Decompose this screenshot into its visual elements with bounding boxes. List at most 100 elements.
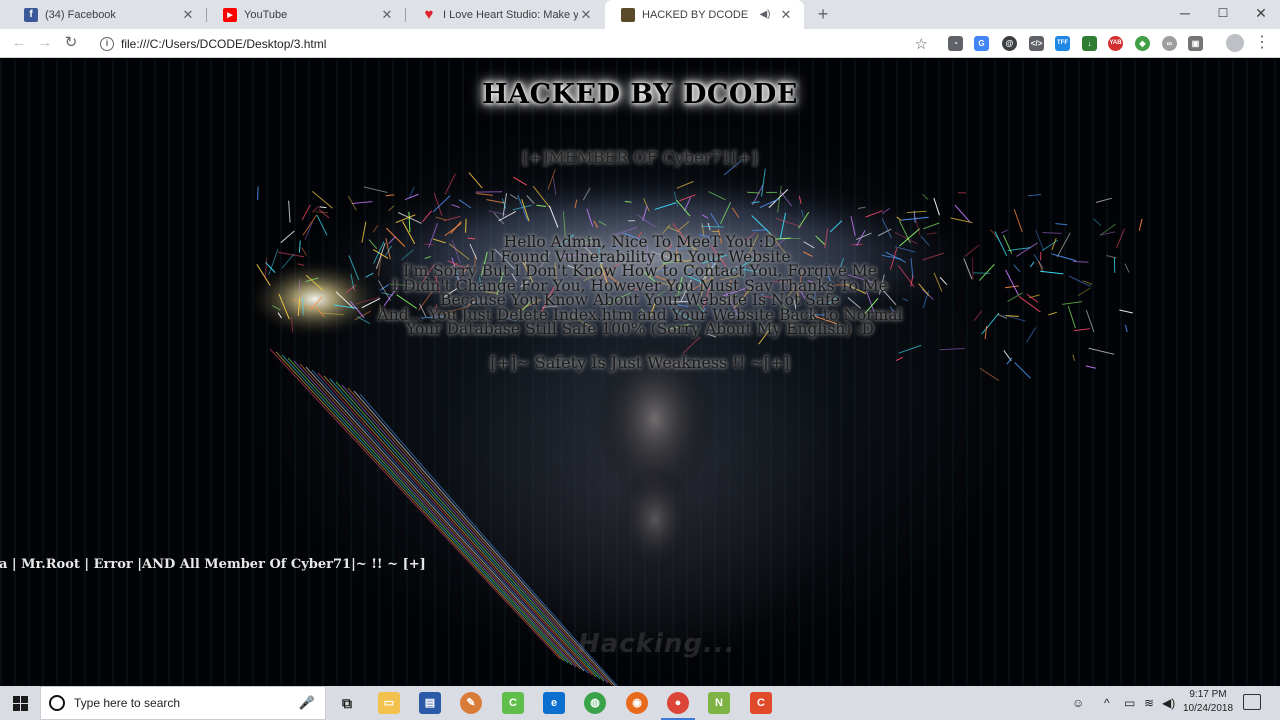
extension-icon[interactable]: ∞ <box>1162 36 1177 51</box>
edge-icon[interactable]: e <box>543 692 565 714</box>
tab-youtube[interactable]: ▶ YouTube ✕ <box>207 0 405 29</box>
chrome-icon[interactable]: ● <box>667 692 689 714</box>
forward-button[interactable]: → <box>34 32 56 54</box>
extension-icon[interactable]: ◆ <box>1135 36 1150 51</box>
tab-hacked-page[interactable]: HACKED BY DCODE ◀) ✕ <box>605 0 804 29</box>
spark <box>1106 255 1117 259</box>
menu-icon[interactable]: ⋮ <box>1254 33 1270 53</box>
code-extension-icon[interactable]: </> <box>1029 36 1044 51</box>
bookmark-star-icon[interactable]: ☆ <box>915 35 928 53</box>
clock-time: 9:17 PM <box>1189 689 1227 700</box>
system-clock[interactable]: 9:17 PM 10/24/2018 <box>1172 688 1244 716</box>
spark <box>997 313 1008 319</box>
tab-title: YouTube <box>244 8 288 21</box>
spark <box>288 200 291 223</box>
clock-date: 10/24/2018 <box>1182 703 1234 714</box>
reload-button[interactable]: ↻ <box>60 32 82 54</box>
search-placeholder[interactable]: Type here to search <box>74 696 299 710</box>
youtube-icon: ▶ <box>223 7 237 22</box>
spark <box>298 240 301 253</box>
speaker-icon[interactable]: ◀) <box>758 9 772 20</box>
battery-icon[interactable]: ▭ <box>1124 686 1135 720</box>
url-text[interactable]: file:///C:/Users/DCODE/Desktop/3.html <box>121 37 915 51</box>
spark <box>1040 270 1064 275</box>
tab-close-icon[interactable]: ✕ <box>379 7 395 23</box>
translate-icon[interactable]: G <box>974 36 989 51</box>
extension-icon[interactable]: ◔ <box>948 36 963 51</box>
globe-app-icon[interactable]: ◍ <box>584 692 606 714</box>
spark <box>1005 269 1019 295</box>
minimize-button[interactable]: ─ <box>1166 0 1204 29</box>
taskbar-search[interactable]: Type here to search 🎤 <box>40 686 326 720</box>
spark <box>385 194 395 197</box>
light-strand <box>353 390 616 686</box>
extension-icon[interactable]: YAB <box>1108 36 1123 51</box>
light-strand <box>329 378 601 680</box>
spark <box>1072 261 1089 263</box>
firefox-icon[interactable]: ◉ <box>626 692 648 714</box>
tab-heart-studio[interactable]: ♥ I Love Heart Studio: Make your o ✕ <box>406 0 604 29</box>
info-icon[interactable]: i <box>100 36 114 51</box>
microphone-icon[interactable]: 🎤 <box>299 695 315 711</box>
chevron-up-icon[interactable]: ^ <box>1104 686 1110 720</box>
page-viewport: HACKED BY DCODE [+]MEMBER OF Cyber71[+] … <box>0 59 1280 686</box>
tab-facebook[interactable]: f (34) Facebook ✕ <box>8 0 206 29</box>
extension-icon[interactable]: @ <box>1002 36 1017 51</box>
greets-marquee: la | Mr.Root | Error |AND All Member Of … <box>0 557 426 572</box>
spark <box>277 251 305 258</box>
spark <box>1073 328 1091 332</box>
windows-logo-icon <box>12 695 28 711</box>
tab-close-icon[interactable]: ✕ <box>578 7 594 23</box>
task-view-icon[interactable]: ⧉ <box>336 692 358 714</box>
spark <box>1093 218 1102 226</box>
spark <box>994 231 1008 256</box>
close-window-button[interactable]: ✕ <box>1242 0 1280 29</box>
light-strand <box>347 387 613 686</box>
people-icon[interactable]: ☺ <box>1072 686 1084 720</box>
spark <box>1000 229 1008 234</box>
spark <box>1138 218 1143 231</box>
spark <box>352 201 373 204</box>
tab-close-icon[interactable]: ✕ <box>180 7 196 23</box>
camtasia-editor-icon[interactable]: C <box>750 692 772 714</box>
spark <box>316 214 328 236</box>
spark <box>1124 324 1128 333</box>
light-strand <box>287 357 573 666</box>
notepad-plus-icon[interactable]: N <box>708 692 730 714</box>
file-explorer-icon[interactable]: ▭ <box>378 692 400 714</box>
safety-heading: [+]~ Safety Is Just Weakness !! ~[+] <box>490 353 790 372</box>
spark <box>1029 261 1035 268</box>
start-button[interactable] <box>0 686 40 720</box>
download-extension-icon[interactable]: ↓ <box>1082 36 1097 51</box>
spark <box>363 186 388 193</box>
spark <box>301 247 308 256</box>
spark <box>1055 223 1068 226</box>
back-button[interactable]: ← <box>8 32 30 54</box>
profile-avatar[interactable] <box>1226 34 1244 52</box>
light-strand <box>299 363 581 670</box>
maximize-button[interactable]: ☐ <box>1204 0 1242 29</box>
paint-icon[interactable]: ✎ <box>460 692 482 714</box>
spark <box>1005 315 1019 317</box>
light-strand <box>305 366 585 672</box>
action-center-icon[interactable] <box>1243 694 1261 710</box>
tab-title: HACKED BY DCODE <box>642 8 749 21</box>
extension-icon[interactable]: TFF <box>1055 36 1070 51</box>
new-tab-button[interactable]: + <box>812 3 834 25</box>
spark <box>298 279 301 293</box>
light-strand <box>317 372 593 676</box>
spark <box>1004 285 1020 289</box>
wifi-icon[interactable]: ≋ <box>1144 686 1154 720</box>
spark <box>1116 228 1125 248</box>
camera-extension-icon[interactable]: ▣ <box>1188 36 1203 51</box>
tab-close-icon[interactable]: ✕ <box>778 7 794 23</box>
tab-strip: f (34) Facebook ✕ ▶ YouTube ✕ ♥ I Love H… <box>0 0 1280 29</box>
windows-taskbar: Type here to search 🎤 ⧉ ▭ ▤ ✎ C e ◍ ◉ ● … <box>0 686 1280 720</box>
spark <box>922 193 929 200</box>
spark <box>1082 280 1093 285</box>
address-bar[interactable]: i file:///C:/Users/DCODE/Desktop/3.html … <box>90 32 936 55</box>
light-strand <box>335 381 605 682</box>
media-player-icon[interactable]: ▤ <box>419 692 441 714</box>
camtasia-recorder-icon[interactable]: C <box>502 692 524 714</box>
spark <box>1026 327 1037 343</box>
